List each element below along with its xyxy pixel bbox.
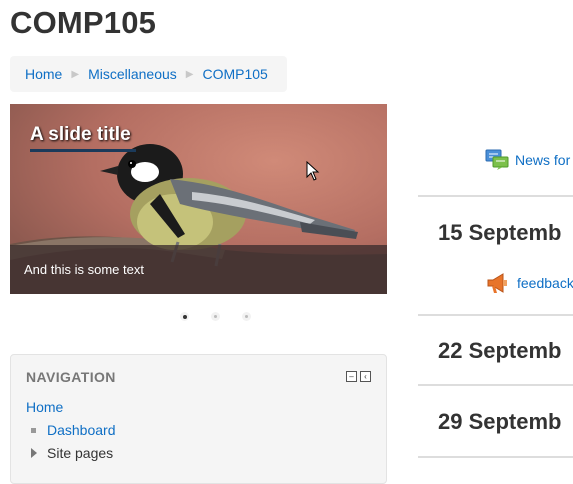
navigation-header: NAVIGATION (26, 369, 116, 385)
navigation-block: NAVIGATION – ‹ Home Dashboard Site pages (10, 354, 387, 484)
bullet-icon (31, 427, 36, 433)
block-controls: – ‹ (346, 371, 371, 382)
week-section-title: 29 Septemb (438, 409, 562, 434)
section-divider (418, 314, 573, 316)
nav-item-label: Dashboard (47, 422, 116, 438)
course-content: News for 15 Septemb feedback 22 Septemb … (418, 0, 573, 469)
week-section-title: 22 Septemb (438, 338, 562, 363)
breadcrumb-miscellaneous[interactable]: Miscellaneous (88, 66, 177, 82)
nav-item-dashboard[interactable]: Dashboard (31, 422, 116, 438)
slider-pagination (180, 312, 251, 321)
section-divider (418, 456, 573, 458)
breadcrumb: Home ▶ Miscellaneous ▶ COMP105 (10, 56, 287, 92)
mouse-cursor-icon (306, 161, 320, 181)
nav-home-link[interactable]: Home (26, 399, 63, 415)
breadcrumb-home[interactable]: Home (25, 66, 62, 82)
megaphone-icon (487, 273, 507, 293)
breadcrumb-separator-icon: ▶ (71, 68, 80, 80)
section-divider (418, 195, 573, 197)
slide-title-underline (30, 149, 136, 152)
page-title: COMP105 (10, 5, 157, 40)
breadcrumb-separator-icon: ▶ (185, 68, 194, 80)
week-section-title: 15 Septemb (438, 220, 562, 245)
slide-title: A slide title (30, 124, 131, 145)
minimize-icon[interactable]: – (346, 371, 357, 382)
slider-dot-3[interactable] (242, 312, 251, 321)
expand-arrow-icon (31, 448, 37, 458)
news-forum-link: News for (515, 152, 571, 168)
breadcrumb-course[interactable]: COMP105 (202, 66, 267, 82)
news-forum-activity[interactable]: News for (485, 149, 570, 171)
nav-item-site-pages[interactable]: Site pages (31, 445, 113, 461)
image-slider[interactable]: A slide title And this is some text (10, 104, 387, 294)
forum-icon (485, 149, 509, 170)
section-divider (418, 384, 573, 386)
feedback-link: feedback (517, 275, 573, 291)
slider-dot-2[interactable] (211, 312, 220, 321)
dock-icon[interactable]: ‹ (360, 371, 371, 382)
nav-item-label: Site pages (47, 445, 114, 461)
slider-dot-1[interactable] (180, 312, 189, 321)
feedback-activity[interactable]: feedback (485, 271, 573, 295)
slide-caption: And this is some text (10, 245, 387, 294)
